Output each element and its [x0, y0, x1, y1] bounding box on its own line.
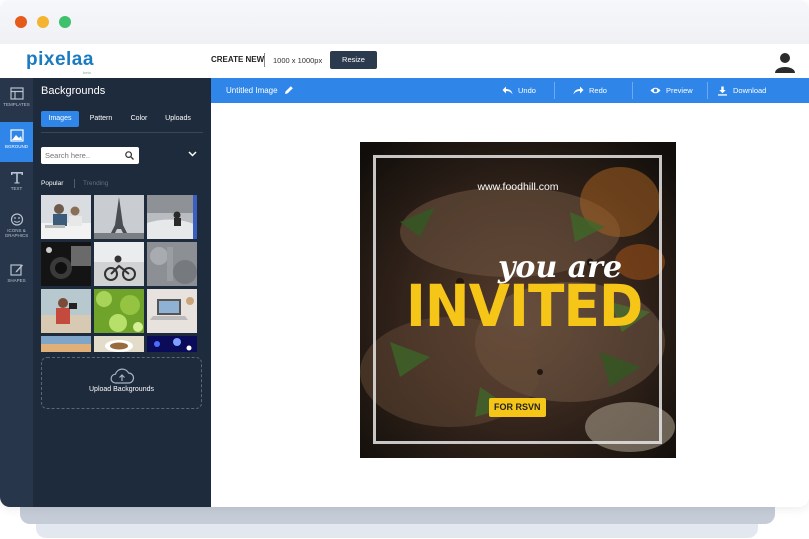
download-label: Download: [733, 86, 767, 95]
artwork-url-text[interactable]: www.foodhill.com: [360, 181, 676, 193]
shapes-icon: [9, 264, 23, 276]
artwork-rsvp-badge[interactable]: FOR RSVN: [489, 398, 546, 417]
thumbnail-office-people[interactable]: [41, 195, 91, 239]
canvas-size-text: 1000 x 1000px: [273, 56, 323, 65]
thumbnail-image: [94, 195, 144, 239]
icons-graphics-icon: [10, 213, 23, 226]
thumbnail-image: [147, 289, 197, 333]
image-icon: [9, 129, 24, 142]
subtab-divider: [74, 179, 75, 188]
toolbar-divider: [632, 82, 633, 99]
redo-button[interactable]: Redo: [573, 78, 623, 103]
thumbnail-image: [147, 195, 197, 239]
thumbnail-image: [41, 195, 91, 239]
editor-toolbar: Untitled Image Undo Redo Preview Downloa…: [211, 78, 809, 103]
rail-item-background[interactable]: BGROUND: [0, 122, 33, 162]
search-input[interactable]: [45, 150, 121, 161]
cloud-upload-icon: [110, 368, 134, 384]
toolbar-divider: [554, 82, 555, 99]
thumbnail-coffee-cup[interactable]: [94, 336, 144, 352]
thumbnail-image: [94, 336, 144, 352]
chevron-down-icon[interactable]: [188, 151, 197, 157]
text-icon: [10, 172, 23, 184]
thumbnail-eiffel-tower[interactable]: [94, 195, 144, 239]
thumbnail-photographer[interactable]: [41, 289, 91, 333]
thumbnail-image: [41, 242, 91, 286]
upload-backgrounds-button[interactable]: Upload Backgrounds: [41, 357, 202, 409]
minimize-window-button[interactable]: [37, 16, 49, 28]
artwork-invited-text[interactable]: INVITED: [406, 272, 643, 340]
rail-item-text[interactable]: TEXT: [0, 164, 33, 204]
subtab-trending[interactable]: Trending: [83, 180, 108, 187]
rail-item-icons-graphics[interactable]: ICONS & GRAPHICS: [0, 206, 33, 246]
download-icon: [718, 86, 727, 96]
pencil-edit-icon[interactable]: [284, 85, 294, 95]
eye-icon: [650, 87, 661, 94]
app-logo[interactable]: pixelaa: [26, 49, 94, 71]
maximize-window-button[interactable]: [59, 16, 71, 28]
thumbnail-laptop-desk[interactable]: [147, 289, 197, 333]
panel-tabs: Images Pattern Color Uploads: [41, 111, 203, 133]
toolbar-divider: [707, 82, 708, 99]
thumbnail-motorcycle[interactable]: [94, 242, 144, 286]
download-button[interactable]: Download: [717, 78, 783, 103]
subtab-popular[interactable]: Popular: [41, 180, 63, 187]
header-divider: [264, 53, 265, 67]
preview-button[interactable]: Preview: [650, 78, 706, 103]
search-icon[interactable]: [125, 151, 134, 160]
templates-icon: [9, 87, 24, 100]
upload-label: Upload Backgrounds: [89, 386, 154, 393]
app-header: pixelaa beta CREATE NEW 1000 x 1000px Re…: [0, 44, 809, 78]
app-window: pixelaa beta CREATE NEW 1000 x 1000px Re…: [0, 0, 809, 507]
thumbnail-image: [94, 289, 144, 333]
thumbnail-green-bokeh[interactable]: [94, 289, 144, 333]
panel-title: Backgrounds: [41, 85, 106, 97]
rail-item-shapes[interactable]: SHAPES: [0, 256, 33, 296]
thumbnail-image: [147, 336, 197, 352]
rail-label: ICONS & GRAPHICS: [4, 228, 29, 238]
background-thumbnail-grid: [41, 195, 199, 352]
search-box: [41, 147, 139, 164]
undo-label: Undo: [518, 86, 536, 95]
rail-label: TEXT: [10, 186, 23, 191]
rail-label: TEMPLATES: [3, 102, 30, 107]
create-new-label[interactable]: CREATE NEW: [211, 55, 264, 64]
thumbnail-image: [147, 242, 197, 286]
rail-label: SHAPES: [7, 278, 26, 283]
rail-item-templates[interactable]: TEMPLATES: [0, 80, 33, 120]
thumbnail-blue-lights[interactable]: [147, 336, 197, 352]
user-avatar-icon[interactable]: [774, 51, 796, 73]
thumbnail-grey-texture[interactable]: [147, 242, 197, 286]
tab-uploads[interactable]: Uploads: [159, 111, 197, 127]
document-title[interactable]: Untitled Image: [226, 86, 278, 95]
invitation-artwork[interactable]: www.foodhill.com you are INVITED FOR RSV…: [360, 142, 676, 458]
redo-icon: [573, 86, 584, 95]
tab-color[interactable]: Color: [124, 111, 154, 127]
thumbnail-image: [41, 289, 91, 333]
backgrounds-panel: Backgrounds Images Pattern Color Uploads…: [33, 78, 211, 507]
thumbnail-sky[interactable]: [41, 336, 91, 352]
preview-label: Preview: [666, 86, 693, 95]
redo-label: Redo: [589, 86, 607, 95]
thumbnail-person-bench[interactable]: [147, 195, 197, 239]
logo-subtitle: beta: [83, 70, 91, 75]
design-canvas-area: www.foodhill.com you are INVITED FOR RSV…: [211, 103, 809, 507]
tab-pattern[interactable]: Pattern: [83, 111, 119, 127]
tab-images[interactable]: Images: [41, 111, 79, 127]
rail-label: BGROUND: [4, 144, 28, 149]
left-rail: TEMPLATES BGROUND TEXT ICONS & GRAPHICS …: [0, 78, 33, 507]
thumbnail-image: [94, 242, 144, 286]
window-titlebar: [0, 0, 809, 44]
undo-button[interactable]: Undo: [502, 78, 552, 103]
undo-icon: [502, 86, 513, 95]
thumbnail-camera-lens[interactable]: [41, 242, 91, 286]
thumbnail-image: [41, 336, 91, 352]
resize-button[interactable]: Resize: [330, 51, 377, 69]
close-window-button[interactable]: [15, 16, 27, 28]
stage: pixelaa beta CREATE NEW 1000 x 1000px Re…: [0, 0, 809, 539]
